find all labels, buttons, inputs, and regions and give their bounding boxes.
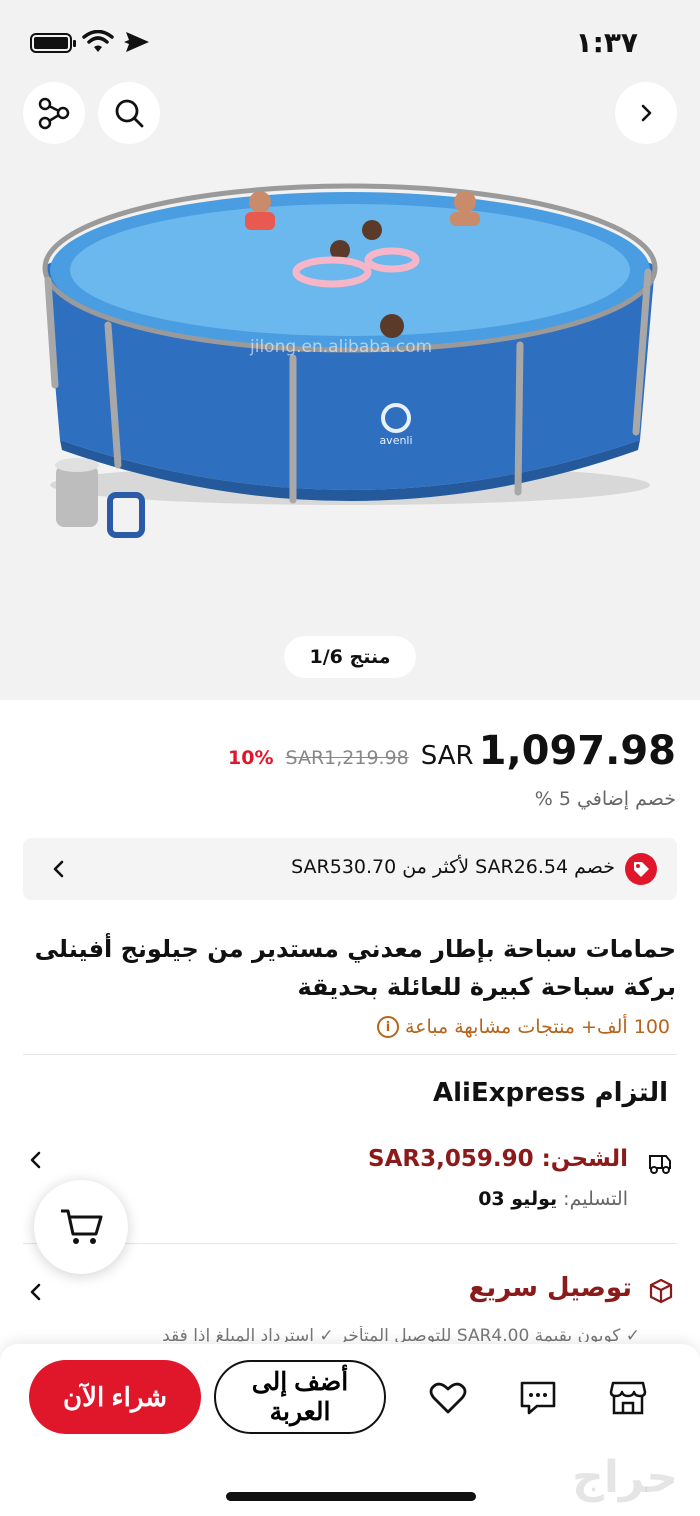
bottom-action-bar: شراء الآن أضف إلى العربة حراج [0,1344,700,1516]
fast-delivery-subtitle: ✓ كوبون بقيمة SAR4.00 للتوصيل المتأخر ✓ … [162,1326,640,1342]
fast-delivery-chevron-icon[interactable] [26,1282,46,1302]
wishlist-button[interactable] [428,1378,468,1418]
battery-icon [30,33,76,53]
share-icon [38,97,70,130]
similar-products-sold[interactable]: 100 ألف+ منتجات مشابهة مباعة i [376,1016,670,1038]
image-watermark: jilong.en.alibaba.com [250,337,433,357]
commitment-title: التزام AliExpress [433,1078,668,1108]
current-price: 1,097.98 [478,728,676,774]
price-row: 10% SAR1,219.98 SAR 1,097.98 [228,728,676,774]
delivery-value: يوليو 03 [478,1188,558,1210]
store-button[interactable] [608,1378,648,1418]
search-icon [115,99,144,128]
airplane-mode-icon [124,32,149,52]
shipping-chevron-icon[interactable] [26,1150,46,1170]
discount-percent: 10% [228,747,274,769]
heart-icon [429,1382,467,1414]
cart-icon [61,1209,103,1244]
delivery-date: التسليم: يوليو 03 [478,1188,628,1210]
chat-button[interactable] [518,1378,558,1418]
next-button[interactable] [615,82,677,144]
old-price: SAR1,219.98 [285,747,409,769]
chevron-right-icon [641,104,652,122]
tag-icon [625,853,657,885]
search-button[interactable] [98,82,160,144]
shipping-price: الشحن: SAR3,059.90 [368,1146,628,1172]
store-icon [609,1381,647,1415]
add-to-cart-button[interactable]: أضف إلى العربة [214,1360,386,1434]
share-button[interactable] [23,82,85,144]
brand-logo-text: avenli [379,434,412,447]
home-indicator[interactable] [226,1492,476,1501]
status-bar: ١:٣٧ [0,0,700,84]
product-title: حمامات سباحة بإطار معدني مستدير من جيلون… [34,935,676,1001]
wifi-icon [82,30,114,52]
battery-fill [34,37,68,49]
chat-icon [520,1381,556,1415]
buy-now-button[interactable]: شراء الآن [29,1360,201,1434]
similar-text: 100 ألف+ منتجات مشابهة مباعة [404,1016,670,1038]
box-icon [649,1278,673,1304]
extra-discount: خصم إضافي 5 % [534,788,676,810]
image-counter: منتج 1/6 [284,636,416,678]
truck-icon [649,1155,671,1174]
divider [23,1054,677,1055]
info-icon[interactable]: i [376,1016,399,1038]
chevron-left-icon [53,860,64,878]
fast-delivery-title: توصيل سريع [468,1273,632,1303]
haraj-watermark: حراج [572,1452,678,1503]
coupon-text: خصم SAR26.54 لأكثر من SAR530.70 [291,856,615,878]
coupon-banner[interactable]: خصم SAR26.54 لأكثر من SAR530.70 [23,838,677,900]
status-time: ١:٣٧ [575,26,638,59]
currency-label: SAR [420,741,474,771]
delivery-label: التسليم: [563,1188,628,1210]
floating-cart-button[interactable] [34,1180,128,1274]
